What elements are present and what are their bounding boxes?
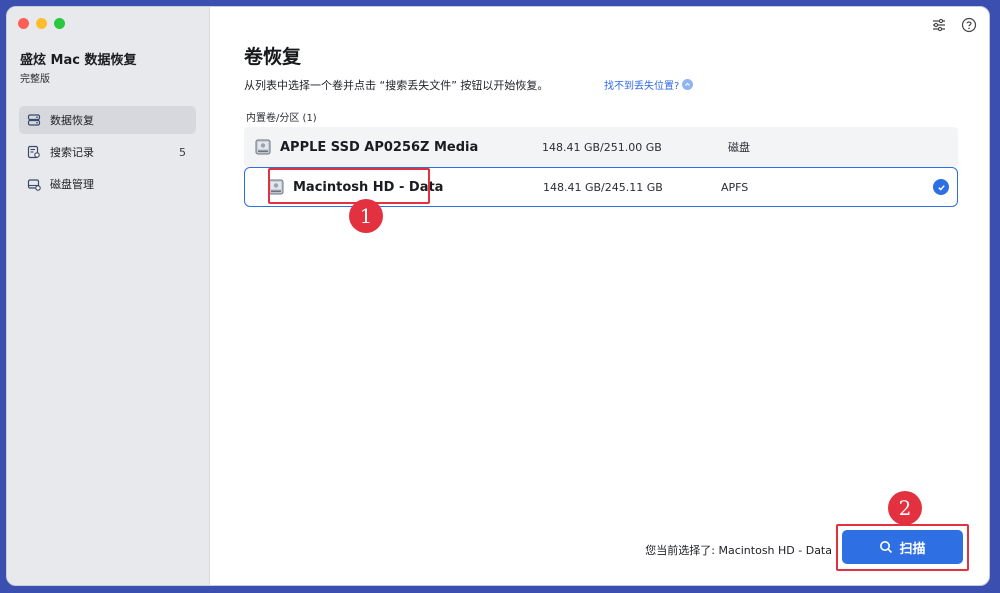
annotation-number-badge: 1 [349, 199, 383, 233]
header-toolbar [931, 17, 977, 33]
sidebar-item-data-recovery[interactable]: 数据恢复 [19, 106, 196, 134]
data-recovery-icon [27, 113, 41, 127]
app-window: 盛炫 Mac 数据恢复 完整版 数据恢复 搜索记录 5 磁盘管理 卷恢复 从列表… [6, 6, 990, 586]
chevron-up-icon [682, 79, 694, 90]
minimize-window-button[interactable] [36, 18, 47, 29]
checkmark-icon [933, 179, 949, 195]
app-edition: 完整版 [20, 74, 50, 85]
volume-type: 磁盘 [728, 141, 750, 154]
sidebar-item-label: 搜索记录 [50, 146, 94, 159]
volume-size: 148.41 GB/245.11 GB [543, 180, 663, 194]
volume-size: 148.41 GB/251.00 GB [542, 140, 662, 154]
sidebar-nav: 数据恢复 搜索记录 5 磁盘管理 [19, 106, 196, 202]
current-selection-text: 您当前选择了: Macintosh HD - Data [645, 544, 832, 557]
app-title: 盛炫 Mac 数据恢复 [20, 53, 137, 68]
main-panel: 卷恢复 从列表中选择一个卷并点击 “搜索丢失文件” 按钮以开始恢复。 找不到丢失… [211, 7, 989, 585]
page-description: 从列表中选择一个卷并点击 “搜索丢失文件” 按钮以开始恢复。 [244, 79, 549, 92]
sidebar-item-label: 数据恢复 [50, 114, 94, 127]
search-history-icon [27, 145, 41, 159]
search-history-count-badge: 5 [179, 145, 186, 159]
sidebar: 盛炫 Mac 数据恢复 完整版 数据恢复 搜索记录 5 磁盘管理 [7, 7, 210, 585]
volume-name: APPLE SSD AP0256Z Media [280, 139, 479, 155]
sidebar-item-disk-management[interactable]: 磁盘管理 [19, 170, 196, 198]
sidebar-item-label: 磁盘管理 [50, 178, 94, 191]
annotation-highlight-box [268, 168, 430, 204]
annotation-number-badge: 2 [888, 491, 922, 525]
disk-management-icon [27, 177, 41, 191]
zoom-window-button[interactable] [54, 18, 65, 29]
help-link-label: 找不到丢失位置? [604, 81, 680, 92]
help-icon[interactable] [961, 17, 977, 33]
cannot-find-location-link[interactable]: 找不到丢失位置? [604, 77, 694, 92]
close-window-button[interactable] [18, 18, 29, 29]
volume-type: APFS [721, 180, 749, 194]
settings-sliders-icon[interactable] [931, 17, 947, 33]
hard-drive-icon [254, 138, 272, 156]
annotation-highlight-box [836, 524, 969, 571]
page-title: 卷恢复 [244, 46, 302, 68]
window-controls [18, 18, 65, 29]
volume-row-disk[interactable]: APPLE SSD AP0256Z Media 148.41 GB/251.00… [244, 127, 958, 167]
sidebar-item-search-history[interactable]: 搜索记录 5 [19, 138, 196, 166]
section-label: 内置卷/分区 (1) [246, 113, 317, 124]
